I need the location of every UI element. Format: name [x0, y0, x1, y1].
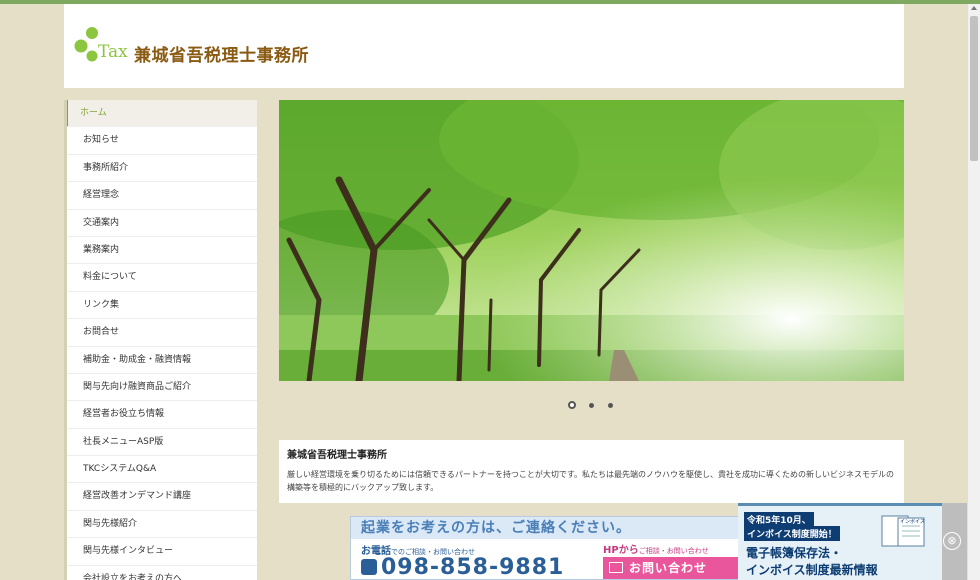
hero-slide-image[interactable]: [279, 100, 904, 381]
hp-label-main: HPから: [603, 545, 639, 556]
contact-heading: 起業をお考えの方は、ご連絡ください。: [351, 517, 749, 539]
slider-dot-2[interactable]: [589, 403, 594, 408]
nav-item-access[interactable]: 交通案内: [67, 210, 257, 237]
mail-icon: [609, 562, 623, 573]
site-header: Tax 兼城省吾税理士事務所: [64, 4, 904, 88]
nav-item-news[interactable]: お知らせ: [67, 127, 257, 155]
tax-logo[interactable]: Tax: [74, 26, 130, 66]
nav-item-fees[interactable]: 料金について: [67, 264, 257, 292]
hp-label: HPからご相談・お問い合わせ: [603, 541, 709, 556]
nav-item-ondemand[interactable]: 経営改善オンデマンド講座: [67, 483, 257, 511]
document-icon-label: インボイス: [900, 518, 925, 525]
close-icon[interactable]: ⊗: [943, 532, 961, 550]
nav-item-startup[interactable]: 会社設立をお考えの方へ: [67, 566, 257, 580]
logo-text: Tax: [98, 42, 128, 62]
ad-text-2: インボイス制度最新情報: [746, 563, 878, 577]
slider-pagination: [568, 401, 618, 411]
nav-item-links[interactable]: リンク集: [67, 292, 257, 320]
nav-item-interviews[interactable]: 関与先様インタビュー: [67, 538, 257, 566]
site-title[interactable]: 兼城省吾税理士事務所: [134, 41, 309, 66]
nav-item-asp[interactable]: 社長メニューASP版: [67, 429, 257, 457]
intro-body: 厳しい経営環境を乗り切るためには信頼できるパートナーを持つことが大切です。私たち…: [287, 470, 895, 492]
ad-text-1: 電子帳簿保存法・: [746, 546, 843, 560]
invoice-ad-banner[interactable]: 令和5年10月、 インボイス制度開始！ インボイス 電子帳簿保存法・ インボイス…: [738, 503, 942, 580]
ad-line-2: インボイス制度開始！: [744, 526, 840, 541]
nav-item-services[interactable]: 業務案内: [67, 237, 257, 265]
ad-line-1: 令和5年10月、: [744, 512, 814, 527]
slider-dot-1[interactable]: [568, 401, 576, 409]
hp-label-sub: ご相談・お問い合わせ: [638, 547, 709, 555]
inquiry-button-label: お問い合わせ: [629, 561, 708, 575]
scrollbar-thumb[interactable]: [970, 16, 978, 161]
nav-item-office[interactable]: 事務所紹介: [67, 155, 257, 183]
sidebar-nav: ホーム お知らせ 事務所紹介 経営理念 交通案内 業務案内 料金について リンク…: [64, 100, 257, 580]
nav-item-tips[interactable]: 経営者お役立ち情報: [67, 401, 257, 429]
intro-title: 兼城省吾税理士事務所: [287, 450, 387, 461]
slider-dot-3[interactable]: [608, 403, 613, 408]
nav-item-loans[interactable]: 関与先向け融資商品ご紹介: [67, 374, 257, 402]
nav-item-clients[interactable]: 関与先様紹介: [67, 511, 257, 539]
contact-banner: 起業をお考えの方は、ご連絡ください。 お電話でのご相談・お問い合わせ 098-8…: [350, 516, 750, 580]
nav-item-philosophy[interactable]: 経営理念: [67, 182, 257, 210]
scroll-up-arrow-icon[interactable]: [971, 6, 977, 10]
document-icon: インボイス: [878, 514, 928, 548]
nav-item-home[interactable]: ホーム: [67, 100, 257, 128]
phone-icon: [361, 559, 377, 575]
inquiry-button[interactable]: お問い合わせ: [603, 557, 749, 579]
phone-number-link[interactable]: 098-858-9881: [381, 555, 564, 579]
nav-item-tkc-qa[interactable]: TKCシステムQ&A: [67, 456, 257, 484]
nav-item-contact[interactable]: お問合せ: [67, 319, 257, 347]
intro-section: 兼城省吾税理士事務所 厳しい経営環境を乗り切るためには信頼できるパートナーを持つ…: [279, 440, 904, 503]
nav-item-subsidies[interactable]: 補助金・助成金・融資情報: [67, 347, 257, 374]
